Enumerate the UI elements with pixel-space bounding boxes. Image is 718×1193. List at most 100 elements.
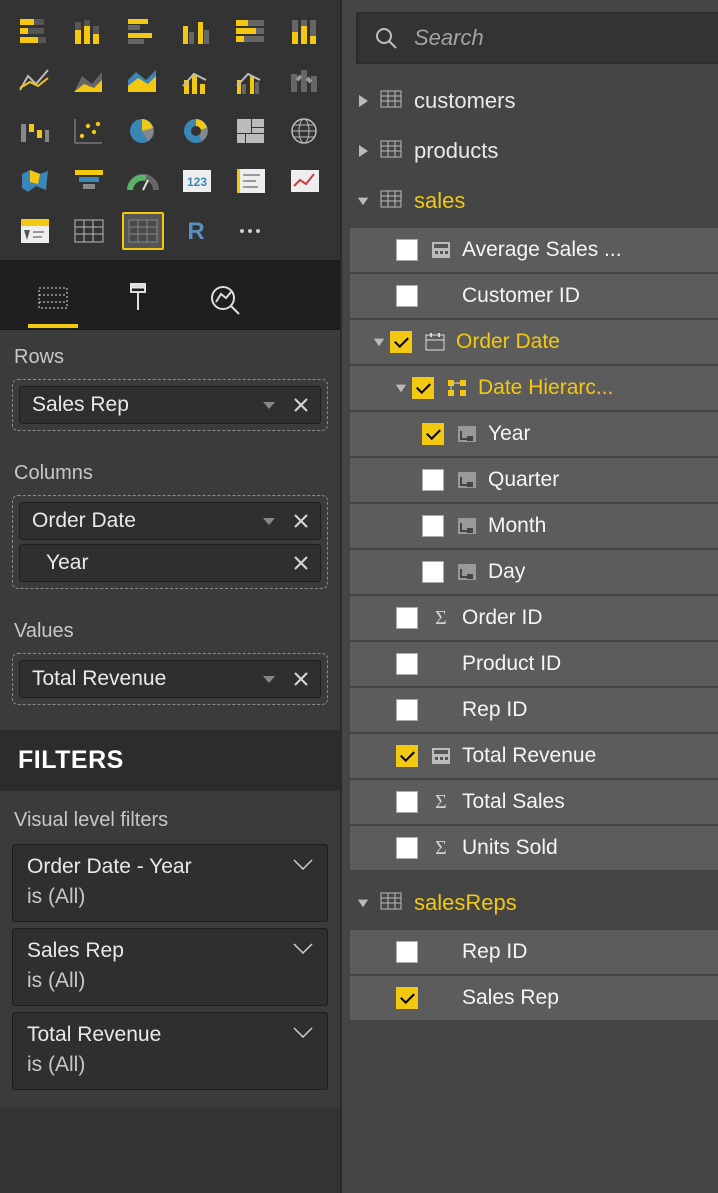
- remove-icon[interactable]: [290, 510, 312, 532]
- checkbox[interactable]: [396, 607, 418, 629]
- viz-waterfall-icon[interactable]: [14, 112, 56, 150]
- remove-icon[interactable]: [290, 552, 312, 574]
- checkbox[interactable]: [396, 745, 418, 767]
- field-total-revenue[interactable]: Total Revenue: [350, 734, 718, 778]
- columns-well[interactable]: Order Date Year: [12, 495, 328, 589]
- table-products[interactable]: products: [342, 126, 718, 176]
- field-product-id[interactable]: Product ID: [350, 642, 718, 686]
- chevron-down-icon[interactable]: [258, 394, 280, 416]
- field-rep-id-2[interactable]: Rep ID: [350, 930, 718, 974]
- visual-level-filters-label: Visual level filters: [12, 799, 328, 844]
- checkbox[interactable]: [396, 239, 418, 261]
- chevron-down-icon[interactable]: [258, 668, 280, 690]
- field-date-hierarchy[interactable]: Date Hierarc...: [350, 366, 718, 410]
- viz-clustered-column-icon[interactable]: [176, 12, 218, 50]
- checkbox[interactable]: [422, 515, 444, 537]
- filter-card-totalrevenue[interactable]: Total Revenue is (All): [12, 1012, 328, 1090]
- field-month[interactable]: Month: [350, 504, 718, 548]
- field-average-sales[interactable]: Average Sales ...: [350, 228, 718, 272]
- viz-100-stacked-column-icon[interactable]: [284, 12, 326, 50]
- remove-icon[interactable]: [290, 668, 312, 690]
- field-total-sales[interactable]: Σ Total Sales: [350, 780, 718, 824]
- viz-more-icon[interactable]: [230, 212, 272, 250]
- hierarchy-level-icon: [454, 471, 480, 489]
- checkbox[interactable]: [396, 791, 418, 813]
- checkbox[interactable]: [422, 469, 444, 491]
- viz-r-script-icon[interactable]: R: [176, 212, 218, 250]
- checkbox[interactable]: [396, 699, 418, 721]
- filters-header: FILTERS: [0, 730, 340, 791]
- field-quarter[interactable]: Quarter: [350, 458, 718, 502]
- viz-funnel-icon[interactable]: [68, 162, 110, 200]
- viz-line-clustered-column-icon[interactable]: [230, 62, 272, 100]
- viz-gauge-icon[interactable]: [122, 162, 164, 200]
- checkbox[interactable]: [412, 377, 434, 399]
- viz-area-icon[interactable]: [68, 62, 110, 100]
- checkbox[interactable]: [396, 285, 418, 307]
- field-sales-rep[interactable]: Sales Rep: [350, 976, 718, 1020]
- viz-map-icon[interactable]: [284, 112, 326, 150]
- rows-pill-salesrep[interactable]: Sales Rep: [19, 386, 321, 424]
- rows-well[interactable]: Sales Rep: [12, 379, 328, 431]
- viz-slicer-icon[interactable]: [14, 212, 56, 250]
- field-rep-id[interactable]: Rep ID: [350, 688, 718, 732]
- search-input[interactable]: [412, 24, 708, 52]
- field-year[interactable]: Year: [350, 412, 718, 456]
- tab-fields[interactable]: [28, 272, 78, 328]
- hierarchy-icon: [444, 379, 470, 397]
- viz-100-stacked-bar-icon[interactable]: [230, 12, 272, 50]
- viz-stacked-column-icon[interactable]: [68, 12, 110, 50]
- field-day[interactable]: Day: [350, 550, 718, 594]
- checkbox[interactable]: [396, 653, 418, 675]
- viz-table-icon[interactable]: [68, 212, 110, 250]
- fields-search[interactable]: [356, 12, 718, 64]
- field-order-id[interactable]: Σ Order ID: [350, 596, 718, 640]
- checkbox[interactable]: [422, 561, 444, 583]
- visualizations-panel: 123 R Rows Sales Rep Columns: [0, 0, 340, 1193]
- columns-pill-orderdate[interactable]: Order Date: [19, 502, 321, 540]
- tab-analytics[interactable]: [200, 272, 250, 328]
- checkbox[interactable]: [396, 941, 418, 963]
- viz-treemap-icon[interactable]: [230, 112, 272, 150]
- filter-card-orderdate-year[interactable]: Order Date - Year is (All): [12, 844, 328, 922]
- chevron-down-icon[interactable]: [291, 855, 315, 878]
- viz-pie-icon[interactable]: [122, 112, 164, 150]
- chevron-down-icon[interactable]: [258, 510, 280, 532]
- sigma-icon: Σ: [428, 607, 454, 630]
- checkbox[interactable]: [396, 987, 418, 1009]
- viz-stacked-bar-icon[interactable]: [14, 12, 56, 50]
- search-icon: [374, 26, 398, 50]
- field-order-date[interactable]: Order Date: [350, 320, 718, 364]
- viz-donut-icon[interactable]: [176, 112, 218, 150]
- field-customer-id[interactable]: Customer ID: [350, 274, 718, 318]
- viz-stacked-area-icon[interactable]: [122, 62, 164, 100]
- field-units-sold[interactable]: Σ Units Sold: [350, 826, 718, 870]
- viz-line-stacked-column-icon[interactable]: [176, 62, 218, 100]
- table-customers[interactable]: customers: [342, 76, 718, 126]
- filters-body: Visual level filters Order Date - Year i…: [0, 791, 340, 1108]
- checkbox[interactable]: [422, 423, 444, 445]
- viz-filled-map-icon[interactable]: [14, 162, 56, 200]
- viz-scatter-icon[interactable]: [68, 112, 110, 150]
- values-well[interactable]: Total Revenue: [12, 653, 328, 705]
- viz-matrix-icon[interactable]: [122, 212, 164, 250]
- viz-ribbon-icon[interactable]: [284, 62, 326, 100]
- filter-card-salesrep[interactable]: Sales Rep is (All): [12, 928, 328, 1006]
- table-salesreps[interactable]: salesReps: [342, 878, 718, 928]
- viz-card-icon[interactable]: 123: [176, 162, 218, 200]
- viz-multi-row-card-icon[interactable]: [230, 162, 272, 200]
- remove-icon[interactable]: [290, 394, 312, 416]
- table-sales[interactable]: sales: [342, 176, 718, 226]
- viz-clustered-bar-icon[interactable]: [122, 12, 164, 50]
- table-icon: [380, 188, 402, 214]
- columns-pill-year[interactable]: Year: [19, 544, 321, 582]
- viz-kpi-icon[interactable]: [284, 162, 326, 200]
- tab-format[interactable]: [114, 272, 164, 328]
- chevron-down-icon[interactable]: [291, 939, 315, 962]
- checkbox[interactable]: [390, 331, 412, 353]
- viz-line-icon[interactable]: [14, 62, 56, 100]
- svg-text:R: R: [187, 218, 204, 245]
- checkbox[interactable]: [396, 837, 418, 859]
- values-pill-totalrevenue[interactable]: Total Revenue: [19, 660, 321, 698]
- chevron-down-icon[interactable]: [291, 1023, 315, 1046]
